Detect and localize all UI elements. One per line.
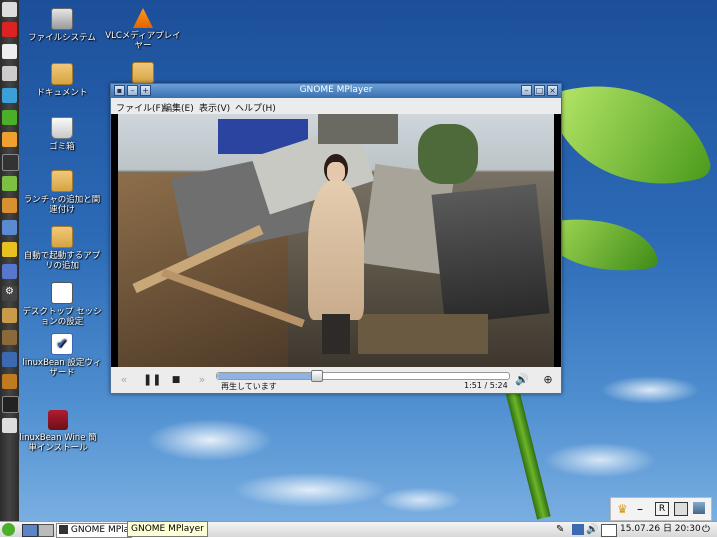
settings-icon[interactable]: [674, 502, 688, 516]
wallpaper-leaf: [546, 58, 714, 212]
seek-bar-fill: [217, 373, 317, 379]
minus-icon[interactable]: –: [637, 502, 651, 516]
start-menu-icon[interactable]: [2, 523, 15, 536]
time-total: 5:24: [489, 381, 508, 390]
settings-gear-icon[interactable]: ⚙: [2, 286, 17, 301]
desktop-icon-vlc[interactable]: VLCメディアプレイヤー: [102, 8, 184, 51]
menu-help[interactable]: ヘルプ(H): [235, 101, 276, 114]
time-display: 1:51 / 5:24: [464, 381, 508, 390]
mplayer-window[interactable]: ▪ – + GNOME MPlayer – □ × ファイル(F) 編集(E) …: [110, 83, 562, 394]
pause-button[interactable]: ❚❚: [143, 373, 161, 387]
blank-file-icon: [51, 282, 73, 304]
wireless-icon[interactable]: [2, 264, 17, 279]
desktop-icon-label: 自動で起動するアプリの追加: [23, 251, 101, 271]
rewind-button[interactable]: «: [117, 373, 131, 387]
chat-icon[interactable]: [2, 88, 17, 103]
time-current: 1:51: [464, 381, 482, 390]
image-viewer-icon[interactable]: [2, 198, 17, 213]
desktop-icon-autostart[interactable]: 自動で起動するアプリの追加: [21, 226, 103, 271]
package-icon[interactable]: [2, 308, 17, 323]
playback-status: 再生しています: [221, 382, 277, 391]
desktop-icon-label: VLCメディアプレイヤー: [105, 31, 181, 51]
show-desktop-icon[interactable]: [22, 524, 38, 537]
star-icon[interactable]: [2, 242, 17, 257]
desktop-icon-launcher[interactable]: ランチャの追加と関連付け: [21, 170, 103, 215]
close-button[interactable]: ×: [547, 85, 558, 96]
r-icon[interactable]: R: [655, 502, 669, 516]
opera-icon[interactable]: [2, 22, 17, 37]
desktop-icon-wine[interactable]: linuxBean Wine 簡単インストール: [17, 410, 99, 453]
camera-icon[interactable]: [2, 154, 19, 171]
checkbox-icon: ✔: [51, 333, 73, 355]
volume-icon[interactable]: 🔊: [515, 373, 529, 387]
photo-icon[interactable]: [2, 220, 17, 235]
taskbar: GNOME MPlayer ✎ 🔊 15.07.26 日 20:30 ⏻: [0, 521, 717, 538]
video-frame: [118, 114, 554, 367]
playback-controls: « ❚❚ ■ » 再生しています 1:51 / 5:24 🔊 ⊕: [111, 367, 561, 393]
power-icon[interactable]: ⏻: [702, 523, 715, 536]
mplayer-task-icon: [59, 525, 68, 534]
desktop-icon-label: ランチャの追加と関連付け: [23, 195, 101, 215]
menu-file[interactable]: ファイル(F): [116, 101, 164, 114]
document-icon[interactable]: [2, 110, 17, 125]
menubar: ファイル(F) 編集(E) 表示(V) ヘルプ(H): [111, 98, 561, 114]
taskbar-tooltip: GNOME MPlayer: [127, 521, 208, 537]
folder-icon: [51, 226, 73, 248]
menu-view[interactable]: 表示(V): [199, 101, 230, 114]
minimize-button[interactable]: –: [521, 85, 532, 96]
clock[interactable]: 15.07.26 日 20:30: [620, 523, 701, 536]
folder-icon: [51, 170, 73, 192]
system-tray-widget: ♛ – R: [610, 497, 712, 521]
vlc-icon: [133, 8, 153, 28]
desktop-icon-label: ゴミ箱: [49, 142, 75, 152]
trash-dock-icon[interactable]: [2, 418, 17, 433]
window-titlebar[interactable]: ▪ – + GNOME MPlayer – □ ×: [111, 84, 561, 98]
wallpaper-stem: [503, 380, 551, 520]
taskbar-task-label: GNOME MPlayer: [70, 525, 131, 535]
monitor-icon[interactable]: [2, 374, 17, 389]
workspace-icon[interactable]: [38, 524, 54, 537]
stop-button[interactable]: ■: [169, 373, 183, 387]
person-in-blanket: [308, 154, 364, 364]
mail-icon[interactable]: [2, 44, 17, 59]
text-editor-icon[interactable]: [2, 132, 17, 147]
folder-icon: [51, 63, 73, 85]
desktop-icon-label: ファイルシステム: [28, 33, 96, 43]
volume-tray-icon[interactable]: 🔊: [586, 523, 598, 536]
folder-icon: [132, 62, 154, 84]
desktop-icon-label: linuxBean Wine 簡単インストール: [19, 433, 97, 453]
pen-icon[interactable]: [2, 66, 17, 81]
window-title: GNOME MPlayer: [299, 85, 373, 95]
trash-icon: [51, 117, 73, 139]
menu-edit[interactable]: 編集(E): [163, 101, 194, 114]
dock-menu-icon[interactable]: [2, 2, 17, 17]
maximize-button[interactable]: □: [534, 85, 545, 96]
media-tray-icon[interactable]: [572, 524, 584, 535]
game-icon[interactable]: [2, 176, 17, 191]
network-icon[interactable]: [2, 352, 17, 367]
pen-tray-icon[interactable]: ✎: [556, 523, 569, 536]
desktop-icon-label: linuxBean 設定ウィザード: [22, 358, 102, 378]
battery-tray-icon[interactable]: [601, 524, 617, 537]
desktop-icon-trash[interactable]: ゴミ箱: [21, 117, 103, 152]
archive-icon[interactable]: [2, 330, 17, 345]
keyboard-icon[interactable]: [693, 502, 705, 514]
desktop-icon-wizard[interactable]: ✔ linuxBean 設定ウィザード: [21, 333, 103, 378]
wine-icon: [48, 410, 68, 430]
time-separator: /: [484, 381, 488, 390]
drive-icon: [51, 8, 73, 30]
desktop-icon-session[interactable]: デスクトップ セッションの設定: [21, 282, 103, 327]
seek-bar[interactable]: [216, 370, 510, 382]
desktop-icon-label: デスクトップ セッションの設定: [22, 307, 102, 327]
crown-icon[interactable]: ♛: [617, 502, 631, 516]
video-area[interactable]: [111, 114, 561, 367]
seek-bar-handle[interactable]: [311, 370, 324, 382]
fast-forward-button[interactable]: »: [195, 373, 209, 387]
desktop-icon-documents[interactable]: ドキュメント: [21, 63, 103, 98]
fullscreen-icon[interactable]: ⊕: [541, 373, 555, 387]
desktop-icon-filesystem[interactable]: ファイルシステム: [21, 8, 103, 43]
desktop-icon-label: ドキュメント: [36, 88, 88, 98]
